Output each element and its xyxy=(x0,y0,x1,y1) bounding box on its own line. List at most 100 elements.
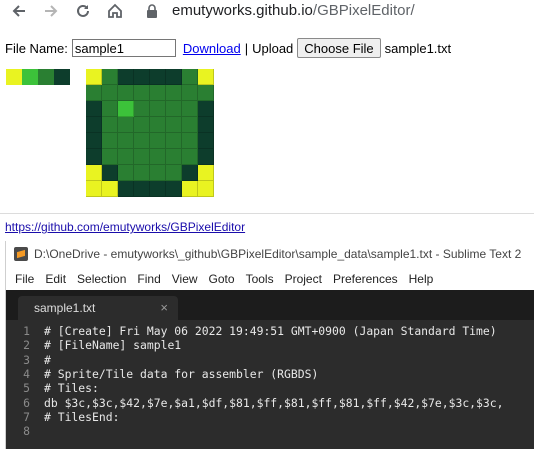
pixel-cell[interactable] xyxy=(102,181,118,197)
pixel-cell[interactable] xyxy=(166,165,182,181)
reload-icon[interactable] xyxy=(72,0,94,22)
menu-item-find[interactable]: Find xyxy=(137,272,160,286)
url-path: /GBPixelEditor/ xyxy=(312,2,415,19)
tab-close-icon[interactable]: × xyxy=(160,300,168,315)
address-bar[interactable]: emutyworks.github.io/GBPixelEditor/ xyxy=(172,2,415,19)
pixel-cell[interactable] xyxy=(166,69,182,85)
code-editor[interactable]: 1 # [Create] Fri May 06 2022 19:49:51 GMT… xyxy=(6,320,534,449)
menu-item-goto[interactable]: Goto xyxy=(209,272,235,286)
pixel-cell[interactable] xyxy=(198,133,214,149)
pixel-cell[interactable] xyxy=(118,165,134,181)
pixel-cell[interactable] xyxy=(86,85,102,101)
lock-icon[interactable] xyxy=(146,4,158,23)
pixel-cell[interactable] xyxy=(182,69,198,85)
pixel-cell[interactable] xyxy=(166,181,182,197)
file-name-input[interactable] xyxy=(71,39,176,57)
pixel-cell[interactable] xyxy=(182,133,198,149)
pixel-cell[interactable] xyxy=(150,117,166,133)
forward-arrow-icon[interactable] xyxy=(40,0,62,22)
file-controls: File Name: Download | Upload Choose File… xyxy=(5,38,451,58)
upload-label: Upload xyxy=(252,40,294,56)
pixel-cell[interactable] xyxy=(150,181,166,197)
pixel-cell[interactable] xyxy=(198,101,214,117)
github-link[interactable]: https://github.com/emutyworks/GBPixelEdi… xyxy=(5,220,245,234)
home-icon[interactable] xyxy=(104,0,126,22)
pixel-cell[interactable] xyxy=(198,117,214,133)
pixel-cell[interactable] xyxy=(134,165,150,181)
palette-swatch-3[interactable] xyxy=(54,69,70,85)
menu-item-preferences[interactable]: Preferences xyxy=(333,272,398,286)
pixel-cell[interactable] xyxy=(150,149,166,165)
pixel-cell[interactable] xyxy=(166,85,182,101)
pixel-cell[interactable] xyxy=(102,101,118,117)
pixel-cell[interactable] xyxy=(182,149,198,165)
pixel-cell[interactable] xyxy=(86,133,102,149)
url-host: emutyworks.github.io xyxy=(172,2,313,19)
palette-swatch-2[interactable] xyxy=(38,69,54,85)
pixel-cell[interactable] xyxy=(166,149,182,165)
pixel-cell[interactable] xyxy=(182,85,198,101)
menu-item-help[interactable]: Help xyxy=(409,272,434,286)
pixel-cell[interactable] xyxy=(134,149,150,165)
pixel-cell[interactable] xyxy=(118,133,134,149)
pixel-cell[interactable] xyxy=(166,133,182,149)
pixel-cell[interactable] xyxy=(134,117,150,133)
pixel-cell[interactable] xyxy=(134,101,150,117)
back-arrow-icon[interactable] xyxy=(8,0,30,22)
pixel-cell[interactable] xyxy=(150,133,166,149)
pixel-cell[interactable] xyxy=(86,101,102,117)
pixel-cell[interactable] xyxy=(118,85,134,101)
pixel-cell[interactable] xyxy=(182,165,198,181)
pixel-cell[interactable] xyxy=(118,69,134,85)
tab-sample1[interactable]: sample1.txt × xyxy=(18,296,178,320)
menu-bar: File Edit Selection Find View Goto Tools Projec… xyxy=(6,268,534,290)
pixel-cell[interactable] xyxy=(118,149,134,165)
line-number: 1 xyxy=(23,324,30,338)
menu-item-tools[interactable]: Tools xyxy=(246,272,274,286)
pixel-cell[interactable] xyxy=(150,85,166,101)
pixel-cell[interactable] xyxy=(182,181,198,197)
menu-item-view[interactable]: View xyxy=(172,272,198,286)
palette-swatch-0[interactable] xyxy=(6,69,22,85)
pixel-cell[interactable] xyxy=(166,101,182,117)
pixel-cell[interactable] xyxy=(182,101,198,117)
line-text: # [Create] Fri May 06 2022 19:49:51 GMT+… xyxy=(44,324,497,338)
pixel-cell[interactable] xyxy=(150,165,166,181)
pixel-cell[interactable] xyxy=(86,181,102,197)
line-number: 6 xyxy=(23,395,30,410)
pixel-cell[interactable] xyxy=(86,149,102,165)
menu-item-file[interactable]: File xyxy=(15,272,34,286)
choose-file-button[interactable]: Choose File xyxy=(297,38,381,58)
pixel-cell[interactable] xyxy=(118,181,134,197)
pixel-cell[interactable] xyxy=(102,117,118,133)
pixel-cell[interactable] xyxy=(182,117,198,133)
pixel-cell[interactable] xyxy=(134,69,150,85)
menu-item-edit[interactable]: Edit xyxy=(45,272,66,286)
pixel-cell[interactable] xyxy=(102,149,118,165)
menu-item-selection[interactable]: Selection xyxy=(77,272,126,286)
pixel-cell[interactable] xyxy=(134,85,150,101)
pixel-cell[interactable] xyxy=(150,69,166,85)
sublime-titlebar: D:\OneDrive - emutyworks\_github\GBPixel… xyxy=(6,241,534,267)
pixel-cell[interactable] xyxy=(198,149,214,165)
palette-swatch-1[interactable] xyxy=(22,69,38,85)
menu-item-project[interactable]: Project xyxy=(285,272,322,286)
pixel-cell[interactable] xyxy=(86,165,102,181)
pixel-cell[interactable] xyxy=(102,133,118,149)
pixel-cell[interactable] xyxy=(166,117,182,133)
download-link[interactable]: Download xyxy=(183,41,241,56)
pixel-cell[interactable] xyxy=(134,181,150,197)
pixel-cell[interactable] xyxy=(150,101,166,117)
pixel-cell[interactable] xyxy=(86,69,102,85)
pixel-cell[interactable] xyxy=(198,85,214,101)
pixel-cell[interactable] xyxy=(102,165,118,181)
pixel-cell[interactable] xyxy=(198,69,214,85)
pixel-cell[interactable] xyxy=(102,69,118,85)
pixel-cell[interactable] xyxy=(118,101,134,117)
pixel-cell[interactable] xyxy=(198,165,214,181)
pixel-cell[interactable] xyxy=(86,117,102,133)
pixel-cell[interactable] xyxy=(102,85,118,101)
pixel-cell[interactable] xyxy=(198,181,214,197)
pixel-cell[interactable] xyxy=(134,133,150,149)
pixel-cell[interactable] xyxy=(118,117,134,133)
